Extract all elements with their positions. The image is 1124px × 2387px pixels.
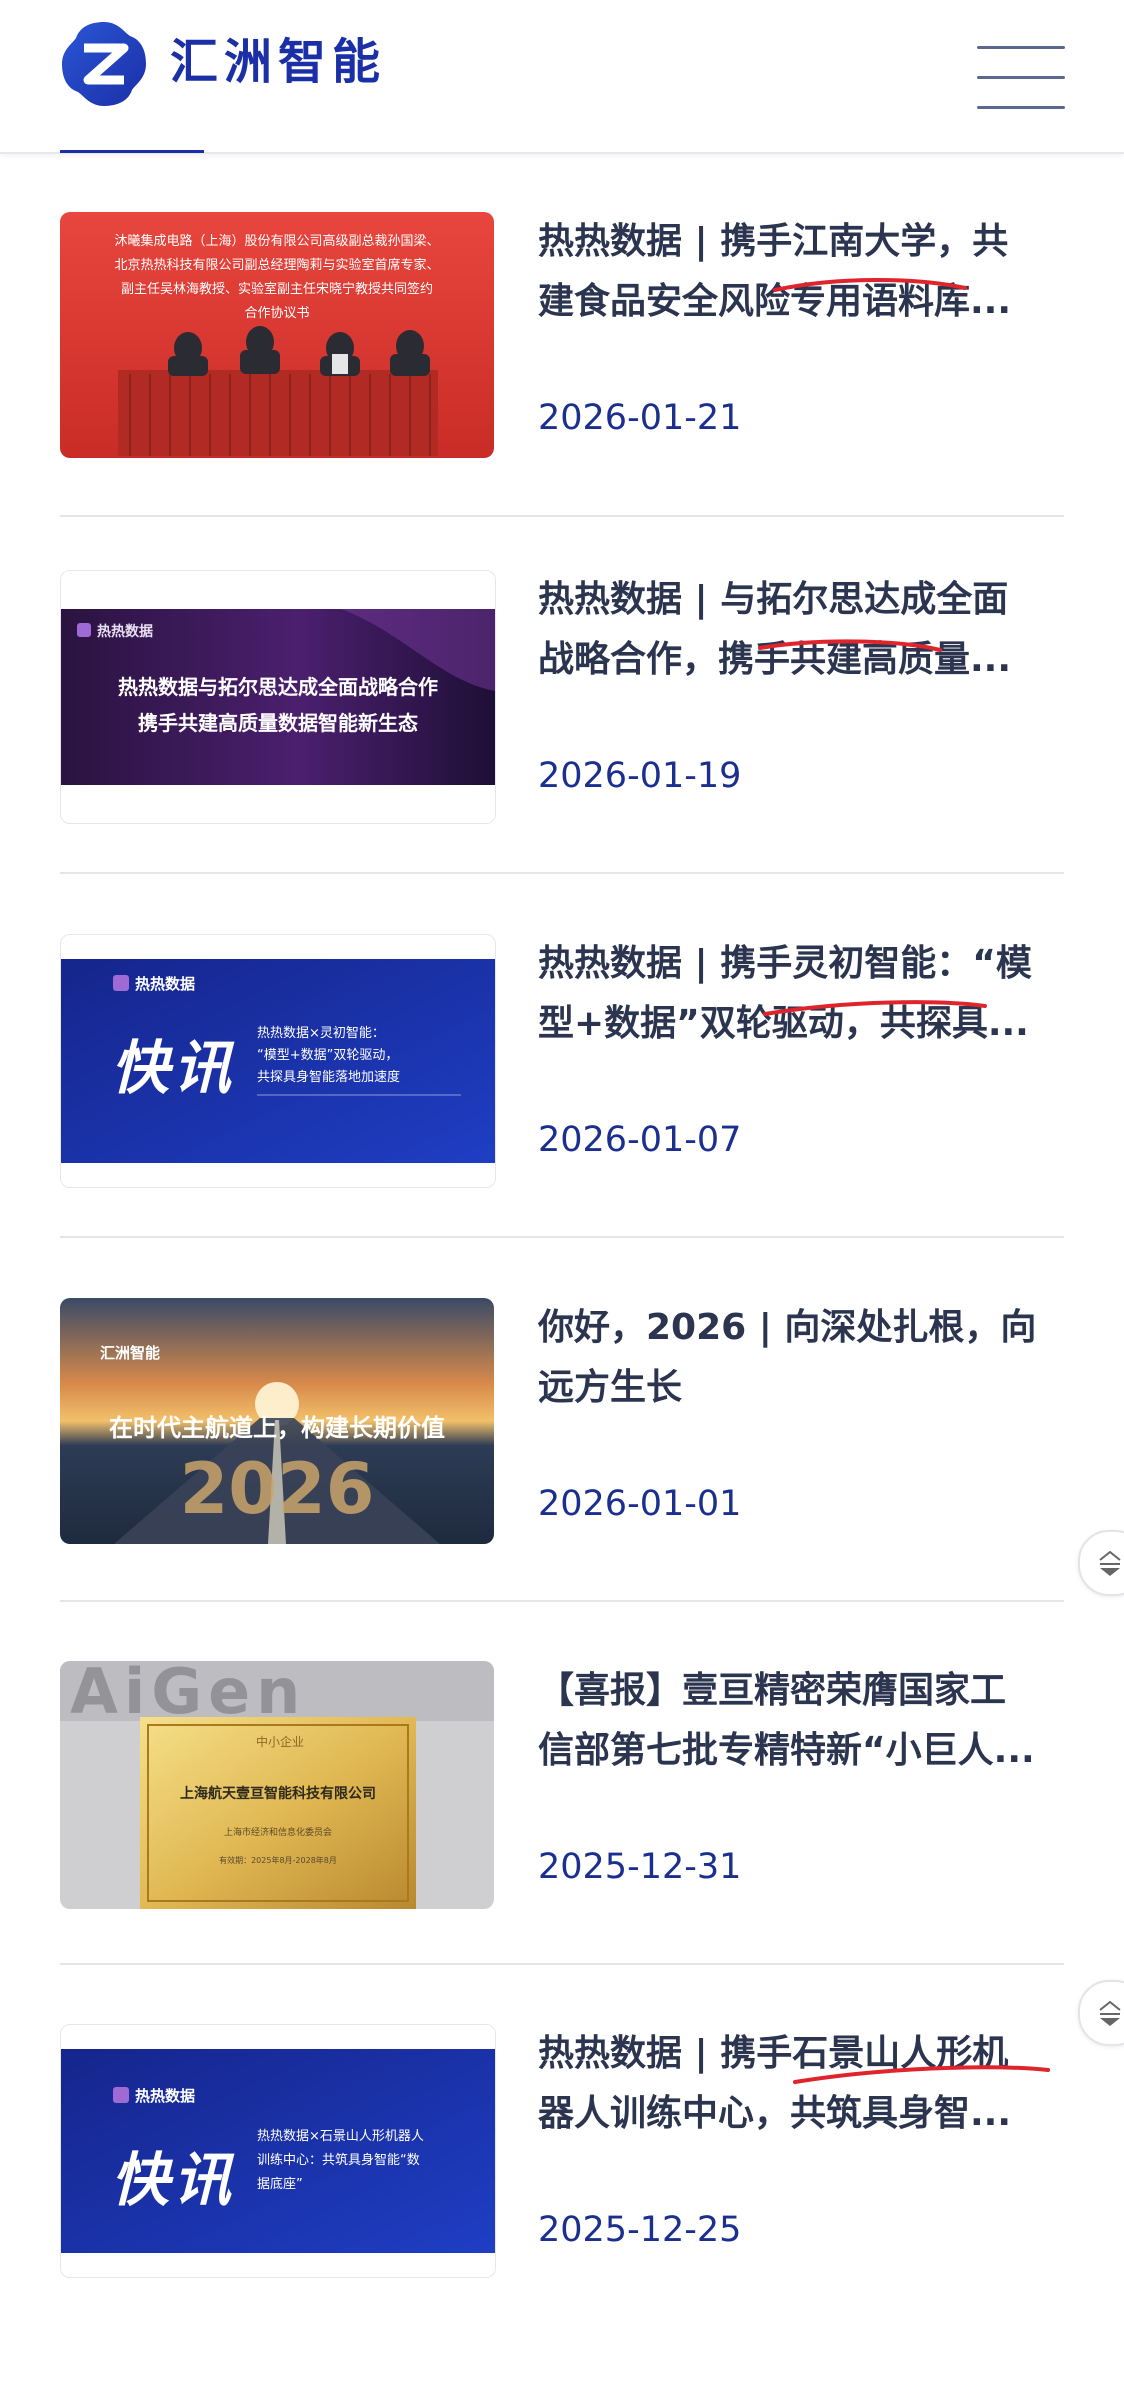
news-item[interactable]: AiGen 中小企业 上海航天壹亘智能科技有限公司 上海市经济和信息化委员会 有… [60, 1661, 1064, 2024]
divider [60, 1600, 1064, 1602]
news-thumbnail[interactable]: 热热数据 快讯 热热数据×灵初智能： “模型+数据”双轮驱动， 共探具身智能落地… [60, 934, 496, 1188]
thumbnail-brand: 热热数据 [135, 975, 196, 993]
news-date: 2026-01-07 [538, 1120, 742, 1160]
active-tab-indicator [60, 150, 204, 153]
news-item[interactable]: 热热数据 快讯 热热数据×灵初智能： “模型+数据”双轮驱动， 共探具身智能落地… [60, 934, 1064, 1297]
thumbnail-caption: 热热数据×石景山人形机器人 训练中心：共筑具身智能“数 据底座” [257, 2129, 424, 2192]
thumbnail-headline: 在时代主航道上，构建长期价值 [109, 1414, 445, 1442]
divider [60, 1236, 1064, 1238]
news-thumbnail[interactable]: 热热数据 快讯 热热数据×石景山人形机器人 训练中心：共筑具身智能“数 据底座” [60, 2024, 496, 2278]
news-date: 2026-01-19 [538, 756, 742, 796]
scroll-arrows-icon [1099, 2000, 1121, 2026]
news-date: 2026-01-01 [538, 1484, 742, 1524]
thumbnail-brand: 汇洲智能 [100, 1344, 161, 1362]
news-title[interactable]: 【喜报】壹亘精密荣膺国家工 信部第七批专精特新“小巨人... [538, 1661, 1124, 1781]
news-title[interactable]: 热热数据 | 与拓尔思达成全面 战略合作，携手共建高质量... [538, 570, 1124, 690]
thumbnail-wall-text: AiGen [70, 1661, 307, 1728]
news-thumbnail[interactable]: AiGen 中小企业 上海航天壹亘智能科技有限公司 上海市经济和信息化委员会 有… [60, 1661, 494, 1909]
scroll-arrows-icon [1099, 1550, 1121, 1576]
divider [60, 1963, 1064, 1965]
news-title[interactable]: 热热数据 | 携手石景山人形机 器人训练中心，共筑具身智... [538, 2024, 1124, 2144]
news-thumbnail[interactable]: 热热数据 热热数据与拓尔思达成全面战略合作 携手共建高质量数据智能新生态 [60, 570, 496, 824]
brand-name[interactable]: 汇洲智能 [170, 30, 386, 94]
thumbnail-big-text: 快讯 [111, 2146, 236, 2214]
divider [60, 515, 1064, 517]
thumbnail-year: 2026 [179, 1448, 375, 1530]
hamburger-menu-icon[interactable] [977, 44, 1065, 110]
news-thumbnail[interactable]: 汇洲智能 在时代主航道上，构建长期价值 2026 [60, 1298, 494, 1544]
thumbnail-caption: 热热数据×灵初智能： “模型+数据”双轮驱动， 共探具身智能落地加速度 [257, 1026, 401, 1085]
thumbnail-caption: 沐曦集成电路（上海）股份有限公司高级副总裁孙国梁、 北京热热科技有限公司副总经理… [114, 234, 440, 321]
news-item[interactable]: 沐曦集成电路（上海）股份有限公司高级副总裁孙国梁、 北京热热科技有限公司副总经理… [60, 212, 1064, 575]
divider [60, 872, 1064, 874]
thumbnail-validity: 有效期：2025年8月-2028年8月 [219, 1856, 337, 1865]
thumbnail-big-text: 快讯 [111, 1034, 236, 1102]
news-date: 2026-01-21 [538, 398, 742, 438]
news-date: 2025-12-25 [538, 2210, 742, 2250]
news-title[interactable]: 热热数据 | 携手江南大学，共 建食品安全风险专用语料库... [538, 212, 1124, 332]
news-date: 2025-12-31 [538, 1847, 742, 1887]
news-title[interactable]: 热热数据 | 携手灵初智能：“模 型+数据”双轮驱动，共探具... [538, 934, 1124, 1054]
top-header: 汇洲智能 [0, 0, 1124, 154]
news-title[interactable]: 你好，2026 | 向深处扎根，向 远方生长 [538, 1298, 1124, 1418]
thumbnail-badge: 中小企业 [256, 1735, 305, 1749]
thumbnail-company: 上海航天壹亘智能科技有限公司 [180, 1786, 376, 1802]
news-item[interactable]: 汇洲智能 在时代主航道上，构建长期价值 2026 你好，2026 | 向深处扎根… [60, 1298, 1064, 1661]
news-item[interactable]: 热热数据 快讯 热热数据×石景山人形机器人 训练中心：共筑具身智能“数 据底座”… [60, 2024, 1064, 2387]
news-thumbnail[interactable]: 沐曦集成电路（上海）股份有限公司高级副总裁孙国梁、 北京热热科技有限公司副总经理… [60, 212, 494, 458]
news-item[interactable]: 热热数据 热热数据与拓尔思达成全面战略合作 携手共建高质量数据智能新生态 热热数… [60, 570, 1064, 933]
scroll-button[interactable] [1078, 1530, 1124, 1596]
huizhou-logo-icon[interactable] [58, 18, 150, 110]
thumbnail-caption: 热热数据与拓尔思达成全面战略合作 携手共建高质量数据智能新生态 [118, 675, 438, 735]
thumbnail-issuer: 上海市经济和信息化委员会 [223, 1828, 332, 1838]
thumbnail-brand: 热热数据 [97, 624, 153, 640]
thumbnail-brand: 热热数据 [135, 2087, 196, 2105]
